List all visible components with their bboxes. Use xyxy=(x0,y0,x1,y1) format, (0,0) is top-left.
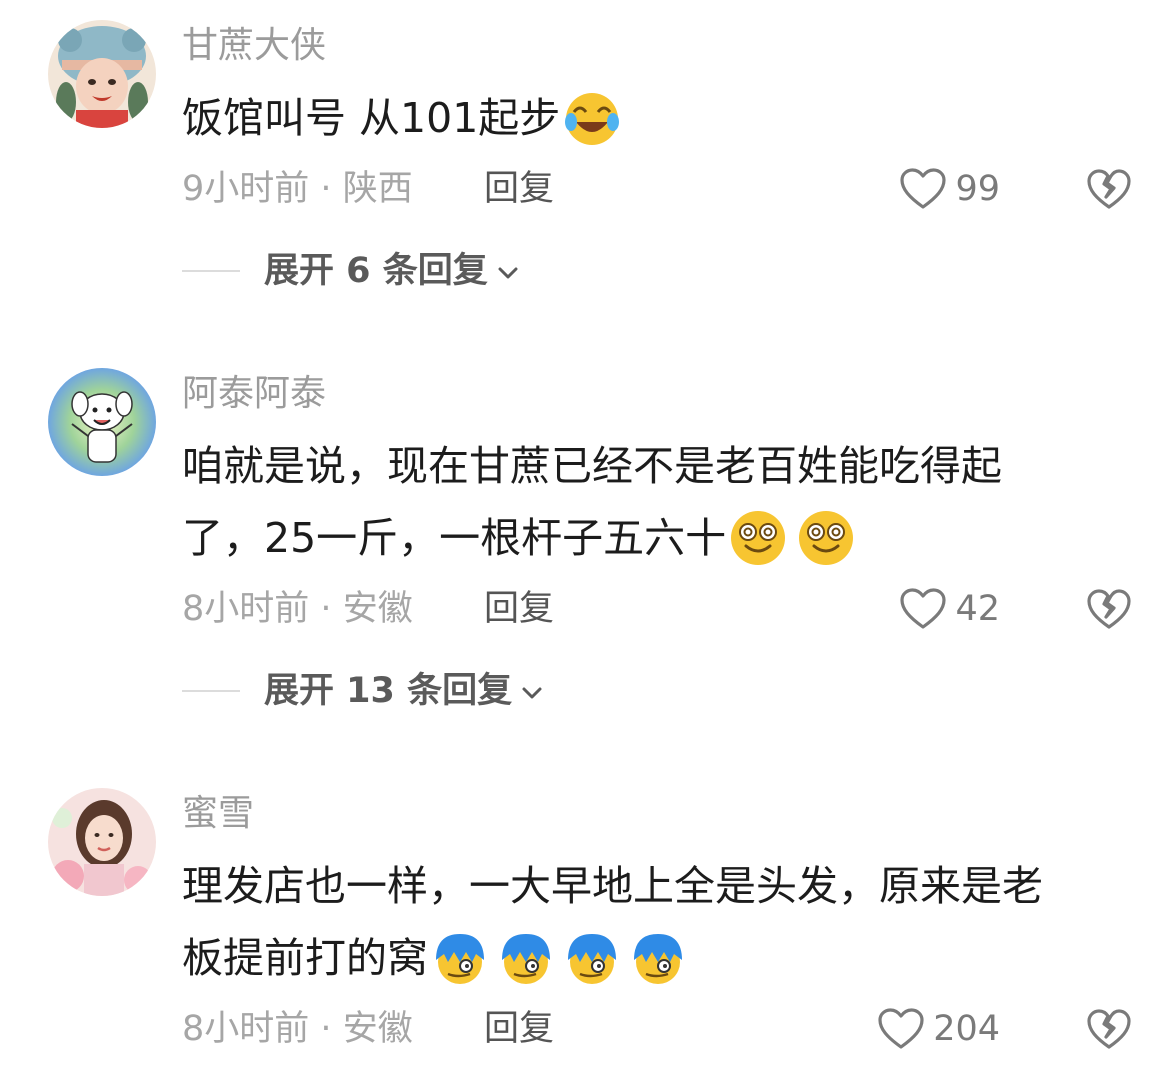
comment-text: 理发店也一样，一大早地上全是头发，原来是老 板提前打的窝 xyxy=(182,850,1122,994)
dizzy-smile-emoji-icon xyxy=(796,508,856,568)
comment-text-line-with-emoji: 了，25一斤，一根杆子五六十 xyxy=(182,502,1122,574)
blue-hair-emoji-icon xyxy=(562,928,622,988)
comment-text-line: 了，25一斤，一根杆子五六十 xyxy=(182,514,727,562)
comment-time-location: 8小时前 · 安徽 xyxy=(182,1004,413,1054)
comment-username[interactable]: 蜜雪 xyxy=(182,792,254,836)
comment-username[interactable]: 甘蔗大侠 xyxy=(182,24,326,68)
comment-meta-row: 9小时前 · 陕西 回复 99 xyxy=(182,164,1132,214)
heart-icon xyxy=(878,1008,924,1049)
comment-location: 陕西 xyxy=(342,169,413,209)
comment-location: 安徽 xyxy=(342,1009,413,1049)
comment-time: 8小时前 xyxy=(182,589,310,629)
divider xyxy=(182,270,240,272)
comment-location: 安徽 xyxy=(342,589,413,629)
blue-hair-emoji-icon xyxy=(628,928,688,988)
expand-replies-label: 展开 6 条回复 xyxy=(264,251,488,291)
comment-text-line: 板提前打的窝 xyxy=(182,934,428,982)
expand-replies-button[interactable]: 展开 6 条回复 xyxy=(182,246,520,296)
crying-laugh-emoji-icon xyxy=(562,88,622,148)
broken-heart-icon[interactable] xyxy=(1086,1006,1132,1052)
comment-time-location: 8小时前 · 安徽 xyxy=(182,584,413,634)
reply-button[interactable]: 回复 xyxy=(484,164,554,214)
like-count: 204 xyxy=(933,1009,1000,1049)
comment-time-location: 9小时前 · 陕西 xyxy=(182,164,413,214)
dizzy-smile-emoji-icon xyxy=(728,508,788,568)
reply-button[interactable]: 回复 xyxy=(484,1004,554,1054)
comment-text: 咱就是说，现在甘蔗已经不是老百姓能吃得起 了，25一斤，一根杆子五六十 xyxy=(182,430,1122,574)
like-button[interactable]: 99 xyxy=(899,164,1000,214)
broken-heart-icon[interactable] xyxy=(1086,166,1132,212)
avatar[interactable] xyxy=(48,20,156,128)
comment-text-line: 咱就是说，现在甘蔗已经不是老百姓能吃得起 xyxy=(182,442,1002,490)
like-button[interactable]: 42 xyxy=(899,584,1000,634)
avatar[interactable] xyxy=(48,368,156,476)
reply-button[interactable]: 回复 xyxy=(484,584,554,634)
comment-text-line-with-emoji: 板提前打的窝 xyxy=(182,922,1122,994)
like-count: 99 xyxy=(955,169,1000,209)
comment-text-line: 饭馆叫号 从101起步 xyxy=(182,94,561,142)
comment-time: 8小时前 xyxy=(182,1009,310,1049)
blue-hair-emoji-icon xyxy=(496,928,556,988)
comment-meta-row: 8小时前 · 安徽 回复 204 xyxy=(182,1004,1132,1054)
comment-text: 饭馆叫号 从101起步 xyxy=(182,82,1122,154)
like-count: 42 xyxy=(955,589,1000,629)
heart-icon xyxy=(900,588,947,629)
heart-icon xyxy=(900,168,947,209)
expand-replies-button[interactable]: 展开 13 条回复 xyxy=(182,666,544,716)
meta-separator: · xyxy=(320,1009,332,1049)
divider xyxy=(182,690,240,692)
avatar[interactable] xyxy=(48,788,156,896)
comment-text-line: 理发店也一样，一大早地上全是头发，原来是老 xyxy=(182,862,1043,910)
comment-time: 9小时前 xyxy=(182,169,310,209)
blue-hair-emoji-icon xyxy=(430,928,490,988)
chevron-down-icon xyxy=(498,267,518,279)
chevron-down-icon xyxy=(522,687,542,699)
expand-replies-label: 展开 13 条回复 xyxy=(264,671,513,711)
meta-separator: · xyxy=(320,589,332,629)
like-button[interactable]: 204 xyxy=(877,1004,1000,1054)
meta-separator: · xyxy=(320,169,332,209)
comment-meta-row: 8小时前 · 安徽 回复 42 xyxy=(182,584,1132,634)
comment-username[interactable]: 阿泰阿泰 xyxy=(182,372,326,416)
broken-heart-icon[interactable] xyxy=(1086,586,1132,632)
